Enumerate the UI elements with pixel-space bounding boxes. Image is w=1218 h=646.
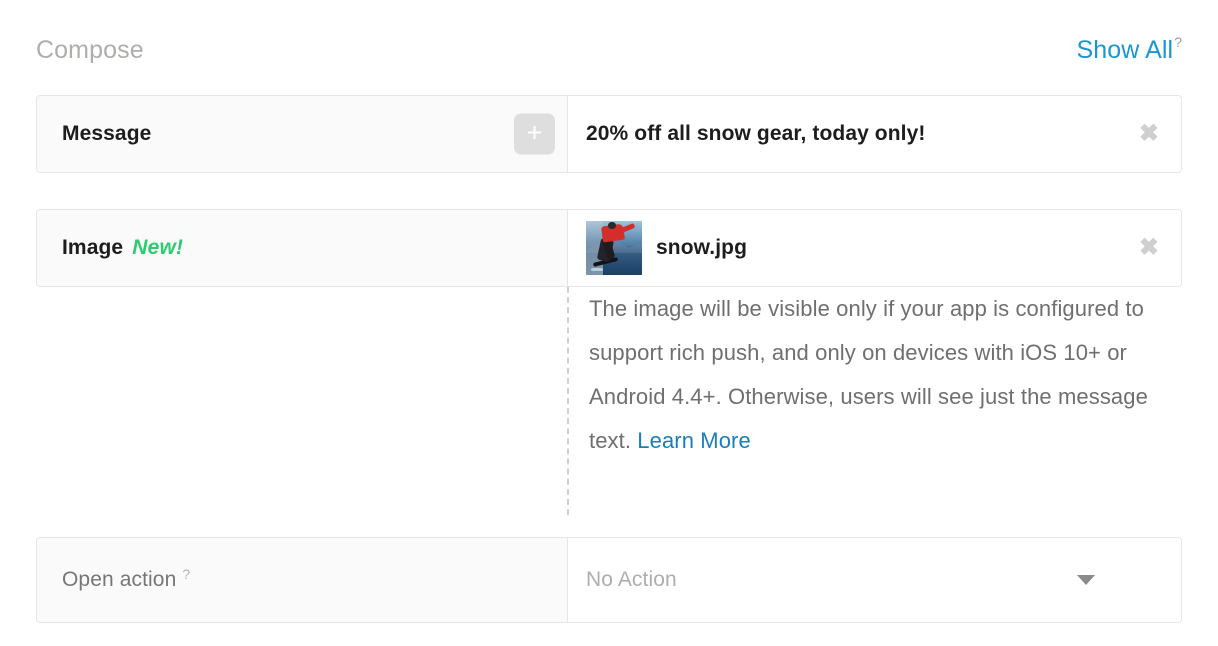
show-all-button[interactable]: Show All ? xyxy=(1076,35,1182,64)
message-row: Message + 20% off all snow gear, today o… xyxy=(36,95,1182,173)
help-icon[interactable]: ? xyxy=(1174,35,1182,49)
message-text: 20% off all snow gear, today only! xyxy=(586,122,926,145)
image-file-name: snow.jpg xyxy=(656,236,748,259)
thumbnail-snow-fleck xyxy=(591,268,604,271)
open-action-label-cell: Open action ? xyxy=(37,538,568,622)
thumbnail-rider-head xyxy=(608,222,616,229)
open-action-select[interactable]: No Action xyxy=(568,538,1181,622)
image-value-cell[interactable]: snow.jpg ✖ xyxy=(568,210,1181,286)
add-message-button[interactable]: + xyxy=(514,113,555,155)
learn-more-link[interactable]: Learn More xyxy=(637,428,751,453)
remove-message-icon[interactable]: ✖ xyxy=(1139,122,1159,146)
image-row: Image New! snow.jpg ✖ xyxy=(36,209,1182,287)
help-icon[interactable]: ? xyxy=(182,566,190,582)
compose-panel: Compose Show All ? Message + 20% off all… xyxy=(0,0,1218,646)
open-action-label: Open action xyxy=(62,568,177,591)
message-value-cell[interactable]: 20% off all snow gear, today only! ✖ xyxy=(568,96,1181,172)
compose-header: Compose Show All ? xyxy=(36,30,1182,70)
remove-image-icon[interactable]: ✖ xyxy=(1139,236,1159,260)
message-label-cell: Message + xyxy=(37,96,568,172)
image-label-cell: Image New! xyxy=(37,210,568,286)
plus-icon: + xyxy=(526,117,543,148)
open-action-selected-value: No Action xyxy=(586,568,677,591)
chevron-down-icon[interactable] xyxy=(1077,575,1095,585)
snowboarder-thumbnail-image[interactable] xyxy=(586,221,642,275)
image-preview[interactable]: snow.jpg xyxy=(586,221,747,275)
image-help-note: The image will be visible only if your a… xyxy=(567,287,1167,515)
page-title: Compose xyxy=(36,35,144,64)
message-label: Message xyxy=(62,122,152,145)
new-badge: New! xyxy=(132,236,184,259)
image-label: Image xyxy=(62,236,124,259)
open-action-row: Open action ? No Action xyxy=(36,537,1182,623)
show-all-label: Show All xyxy=(1076,35,1174,64)
